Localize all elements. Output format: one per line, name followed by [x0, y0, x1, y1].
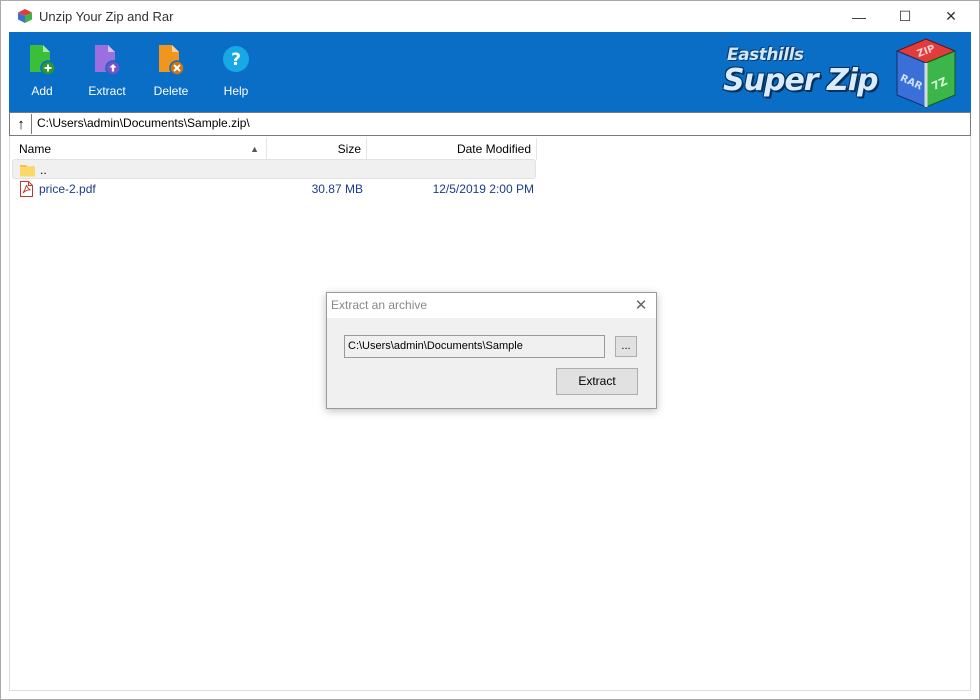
file-date-modified: 12/5/2019 2:00 PM [432, 182, 534, 196]
window-title: Unzip Your Zip and Rar [39, 9, 174, 24]
brand-company: Easthills [727, 45, 804, 65]
delete-button[interactable]: Delete [141, 44, 201, 104]
sort-ascending-icon: ▲ [250, 144, 259, 154]
file-list: Name ▲ Size Date Modified .. price-2.pdf… [9, 136, 971, 691]
extract-dialog: Extract an archive ✕ C:\Users\admin\Docu… [326, 292, 657, 409]
pdf-file-icon [20, 181, 33, 197]
dialog-extract-button[interactable]: Extract [556, 368, 638, 395]
file-name: price-2.pdf [39, 182, 96, 196]
app-window: Unzip Your Zip and Rar — ☐ ✕ Add Extract [0, 0, 980, 700]
close-button[interactable]: ✕ [928, 1, 974, 32]
extract-label: Extract [88, 84, 126, 98]
help-button[interactable]: ? Help [206, 44, 266, 104]
add-button[interactable]: Add [12, 44, 72, 104]
dialog-title: Extract an archive [331, 298, 428, 312]
list-item[interactable]: price-2.pdf 30.87 MB 12/5/2019 2:00 PM [12, 179, 536, 199]
archive-cube-logo-icon: ZIP RAR 7Z [895, 38, 957, 108]
folder-icon [20, 165, 35, 177]
up-folder-button[interactable]: ↑ [11, 114, 32, 134]
app-cube-icon [18, 9, 32, 23]
dialog-title-bar: Extract an archive ✕ [327, 293, 656, 318]
minimize-button[interactable]: — [836, 1, 882, 32]
parent-folder-name: .. [40, 163, 47, 177]
toolbar: Add Extract Delete ? Help Easthills Supe… [9, 32, 971, 112]
dialog-close-button[interactable]: ✕ [630, 296, 652, 316]
brand-product: Super Zip [723, 63, 879, 98]
extract-button[interactable]: Extract [77, 44, 137, 104]
destination-path-field[interactable]: C:\Users\admin\Documents\Sample [344, 335, 605, 358]
title-bar: Unzip Your Zip and Rar — ☐ ✕ [1, 1, 979, 32]
maximize-button[interactable]: ☐ [882, 1, 928, 32]
column-header-name[interactable]: Name ▲ [11, 138, 267, 160]
help-label: Help [223, 84, 249, 98]
column-header-size[interactable]: Size [267, 138, 367, 160]
path-field[interactable]: C:\Users\admin\Documents\Sample.zip\ [37, 116, 250, 130]
delete-label: Delete [153, 84, 189, 98]
add-file-icon [30, 45, 56, 76]
column-name-label: Name [19, 142, 52, 156]
delete-file-icon [159, 45, 185, 76]
file-size: 30.87 MB [311, 182, 363, 196]
browse-button[interactable]: ... [615, 336, 637, 357]
extract-file-icon [95, 45, 121, 76]
column-header-date[interactable]: Date Modified [367, 138, 537, 160]
add-label: Add [31, 84, 53, 98]
list-item-parent-folder[interactable]: .. [12, 159, 536, 179]
help-icon: ? [223, 46, 249, 72]
svg-text:?: ? [231, 50, 241, 70]
path-bar: ↑ C:\Users\admin\Documents\Sample.zip\ [9, 112, 971, 136]
